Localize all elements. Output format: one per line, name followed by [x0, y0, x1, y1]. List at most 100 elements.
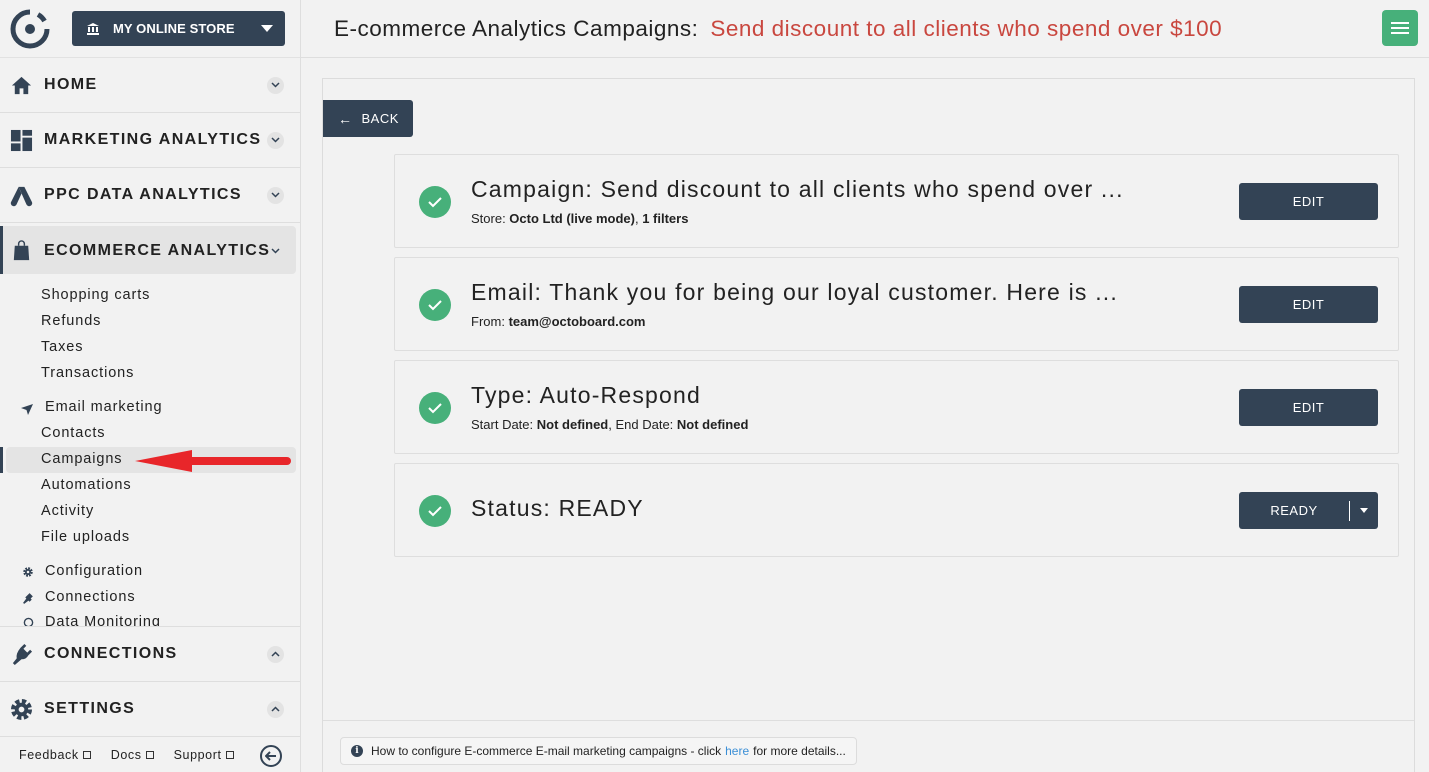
- chevron-down-icon[interactable]: [267, 131, 284, 149]
- chevron-up-icon[interactable]: [267, 700, 284, 718]
- status-dropdown-toggle[interactable]: [1350, 492, 1378, 529]
- sidebar-item-ppc-data-analytics[interactable]: PPC DATA ANALYTICS: [0, 168, 300, 223]
- sidebar-item-connections[interactable]: CONNECTIONS: [0, 627, 300, 682]
- external-link-icon: [145, 750, 154, 759]
- gear-icon: [23, 567, 33, 577]
- card-description: Start Date: Not defined, End Date: Not d…: [471, 417, 748, 432]
- store-name: Octo Ltd (live mode): [509, 211, 635, 226]
- chevron-up-icon[interactable]: [267, 645, 284, 663]
- status-card: Status: READY READY: [394, 463, 1399, 557]
- sidebar-item-marketing-analytics[interactable]: MARKETING ANALYTICS: [0, 113, 300, 168]
- email-card: Email: Thank you for being our loyal cus…: [394, 257, 1399, 351]
- sidebar-item-ecommerce-analytics[interactable]: ECOMMERCE ANALYTICS: [0, 223, 300, 278]
- campaign-card: Campaign: Send discount to all clients w…: [394, 154, 1399, 248]
- support-label: Support: [173, 747, 222, 762]
- docs-label: Docs: [110, 747, 142, 762]
- gear-icon: [10, 698, 33, 720]
- sidebar-subitem-configuration[interactable]: Configuration: [45, 563, 143, 579]
- plug-icon: [23, 593, 33, 604]
- support-link[interactable]: Support: [174, 748, 234, 762]
- sidebar-footer-links: Feedback Docs Support: [0, 737, 300, 772]
- sidebar-subitem-taxes[interactable]: Taxes: [41, 339, 83, 355]
- chevron-down-icon[interactable]: [267, 186, 284, 204]
- check-circle-icon: [419, 186, 451, 218]
- card-title: Status: READY: [471, 495, 644, 521]
- collapse-sidebar-button[interactable]: [260, 745, 282, 767]
- sidebar-subhead-email-marketing[interactable]: Email marketing: [45, 399, 162, 415]
- desc-label: , End Date:: [608, 417, 677, 432]
- page-header: E-commerce Analytics Campaigns: Send dis…: [301, 0, 1429, 58]
- edit-type-button[interactable]: EDIT: [1239, 389, 1378, 426]
- desc-label: Start Date:: [471, 417, 537, 432]
- check-circle-icon: [419, 289, 451, 321]
- sidebar-item-label: PPC DATA ANALYTICS: [44, 186, 242, 203]
- active-indicator: [0, 226, 3, 274]
- home-icon: [11, 76, 32, 94]
- feedback-link[interactable]: Feedback: [19, 748, 91, 762]
- arrow-left-icon: [265, 751, 276, 761]
- edit-campaign-button[interactable]: EDIT: [1239, 183, 1378, 220]
- sidebar-subitem-contacts[interactable]: Contacts: [41, 425, 105, 441]
- sidebar-item-label: CONNECTIONS: [44, 645, 178, 662]
- docs-link[interactable]: Docs: [111, 748, 154, 762]
- external-link-icon: [82, 750, 91, 759]
- sidebar-subitem-campaigns[interactable]: Campaigns: [41, 451, 122, 467]
- annotation-red-arrow: [135, 450, 291, 472]
- dashboard-icon: [10, 129, 33, 151]
- end-date: Not defined: [676, 417, 749, 432]
- hamburger-menu-button[interactable]: [1382, 10, 1418, 46]
- feedback-label: Feedback: [19, 747, 79, 762]
- check-circle-icon: [419, 495, 451, 527]
- sidebar-item-label: MARKETING ANALYTICS: [44, 131, 262, 148]
- back-label: BACK: [361, 111, 399, 126]
- help-link[interactable]: here: [725, 744, 749, 758]
- sidebar-item-label: HOME: [44, 76, 98, 93]
- menu-line: [1391, 32, 1409, 34]
- back-button[interactable]: ← BACK: [323, 100, 413, 137]
- store-selector-button[interactable]: MY ONLINE STORE: [72, 11, 285, 46]
- sidebar-subitem-transactions[interactable]: Transactions: [41, 365, 134, 381]
- start-date: Not defined: [536, 417, 609, 432]
- plug-icon: [12, 643, 33, 665]
- sidebar-item-label: ECOMMERCE ANALYTICS: [44, 241, 271, 259]
- menu-line: [1391, 27, 1409, 29]
- sidebar-subitem-connections[interactable]: Connections: [45, 589, 136, 605]
- from-email: team@octoboard.com: [508, 314, 646, 329]
- sidebar-subitem-activity[interactable]: Activity: [41, 503, 94, 519]
- filter-count: 1 filters: [642, 211, 689, 226]
- status-split-button: READY: [1239, 492, 1378, 529]
- sidebar-top: MY ONLINE STORE: [0, 0, 300, 58]
- info-icon: i: [351, 745, 363, 757]
- google-ads-icon: [10, 186, 33, 206]
- sidebar-subitem-file-uploads[interactable]: File uploads: [41, 529, 130, 545]
- sidebar-item-label: SETTINGS: [44, 700, 136, 717]
- external-link-icon: [225, 750, 234, 759]
- card-title: Email: Thank you for being our loyal cus…: [471, 279, 1118, 305]
- help-text-suffix: for more details...: [753, 744, 846, 758]
- type-card: Type: Auto-Respond Start Date: Not defin…: [394, 360, 1399, 454]
- menu-line: [1391, 22, 1409, 24]
- status-button[interactable]: READY: [1239, 503, 1349, 518]
- edit-email-button[interactable]: EDIT: [1239, 286, 1378, 323]
- sidebar-bottom: CONNECTIONS SETTINGS: [0, 626, 300, 737]
- campaign-name-title: Send discount to all clients who spend o…: [710, 15, 1223, 41]
- app-root: MY ONLINE STORE HOME MARKETING ANALYTICS…: [0, 0, 1429, 772]
- caret-down-icon: [261, 25, 273, 32]
- sidebar-subitem-automations[interactable]: Automations: [41, 477, 132, 493]
- sidebar-subitem-shopping-carts[interactable]: Shopping carts: [41, 287, 150, 303]
- page-title: E-commerce Analytics Campaigns:: [334, 15, 699, 41]
- card-description: From: team@octoboard.com: [471, 314, 645, 329]
- sidebar-item-settings[interactable]: SETTINGS: [0, 682, 300, 737]
- chevron-down-icon[interactable]: [267, 242, 284, 259]
- help-info-box: i How to configure E-commerce E-mail mar…: [340, 737, 857, 765]
- chevron-down-icon[interactable]: [267, 76, 284, 94]
- octoboard-logo[interactable]: [10, 9, 50, 49]
- card-description: Store: Octo Ltd (live mode), 1 filters: [471, 211, 688, 226]
- card-title: Type: Auto-Respond: [471, 382, 702, 408]
- sidebar-item-home[interactable]: HOME: [0, 58, 300, 113]
- store-selector-label: MY ONLINE STORE: [113, 21, 235, 36]
- shopping-bag-icon: [13, 240, 30, 261]
- panel-footer: i How to configure E-commerce E-mail mar…: [323, 720, 1414, 772]
- card-title: Campaign: Send discount to all clients w…: [471, 176, 1124, 202]
- sidebar-subitem-refunds[interactable]: Refunds: [41, 313, 101, 329]
